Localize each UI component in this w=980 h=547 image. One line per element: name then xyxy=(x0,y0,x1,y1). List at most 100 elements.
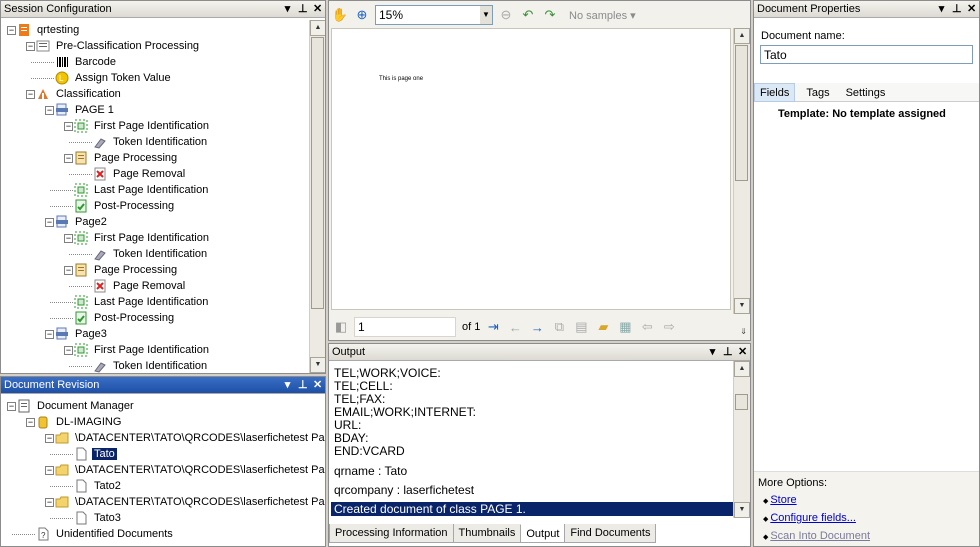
collapse-toggle[interactable]: − xyxy=(64,266,73,275)
tree-node[interactable]: Token Identification xyxy=(93,358,209,373)
tree-node[interactable]: qrtesting xyxy=(17,22,81,38)
tree-node[interactable]: Page Processing xyxy=(74,262,179,278)
tree-node[interactable]: Document Manager xyxy=(17,398,136,414)
tree-node[interactable]: L Assign Token Value xyxy=(55,70,173,86)
collapse-toggle[interactable]: − xyxy=(64,234,73,243)
scroll-down-button[interactable]: ▼ xyxy=(310,357,325,373)
close-icon[interactable]: ✕ xyxy=(313,380,322,391)
tree-node[interactable]: First Page Identification xyxy=(74,118,211,134)
toolbar-overflow-icon[interactable]: ⇓ xyxy=(740,327,747,336)
collapse-toggle[interactable]: − xyxy=(64,122,73,131)
tree-node[interactable]: Page Removal xyxy=(93,166,187,182)
tree-node[interactable]: Token Identification xyxy=(93,134,209,150)
collapse-toggle[interactable]: − xyxy=(7,402,16,411)
scroll-up-button[interactable]: ▲ xyxy=(734,361,750,377)
collapse-toggle[interactable]: − xyxy=(45,466,54,475)
samples-dropdown[interactable]: No samples ▾ xyxy=(569,9,636,22)
tab-fields[interactable]: Fields xyxy=(754,83,796,102)
copy-page-icon[interactable]: ⧉ xyxy=(550,318,568,336)
tree-node[interactable]: DL-IMAGING xyxy=(36,414,123,430)
tree-node[interactable]: \DATACENTER\TATO\QRCODES\laserfichetest … xyxy=(55,430,325,446)
tree-node[interactable]: Classification xyxy=(36,86,123,102)
tab-tags[interactable]: Tags xyxy=(801,83,834,102)
output-log[interactable]: TEL;WORK;VOICE: TEL;CELL: TEL;FAX: EMAIL;WO… xyxy=(329,361,734,518)
tree-node[interactable]: Barcode xyxy=(55,54,118,70)
move-right-icon[interactable]: ⇨ xyxy=(660,318,678,336)
collapse-toggle[interactable]: − xyxy=(45,434,54,443)
zoom-combo[interactable]: 15% ▼ xyxy=(375,5,493,25)
collapse-toggle[interactable]: − xyxy=(64,346,73,355)
tree-node[interactable]: \DATACENTER\TATO\QRCODES\laserfichetest … xyxy=(55,494,325,510)
output-scrollbar[interactable]: ▲ ▼ xyxy=(733,361,750,518)
collapse-toggle[interactable]: − xyxy=(26,42,35,51)
scroll-down-button[interactable]: ▼ xyxy=(734,298,750,314)
option-link-scan-into-document[interactable]: Scan Into Document xyxy=(770,530,870,542)
tab-find-documents[interactable]: Find Documents xyxy=(564,524,657,543)
option-link-store[interactable]: Store xyxy=(770,494,796,506)
pan-hand-icon[interactable]: ✋ xyxy=(331,6,349,24)
tab-processing-information[interactable]: Processing Information xyxy=(329,524,454,543)
close-icon[interactable]: ✕ xyxy=(738,347,747,358)
session-scrollbar[interactable]: ▲ ▼ xyxy=(309,20,325,373)
go-to-page-icon[interactable]: ⇥ xyxy=(484,318,502,336)
delete-page-icon[interactable]: ▦ xyxy=(616,318,634,336)
tree-node[interactable]: Last Page Identification xyxy=(74,294,210,310)
document-page-area[interactable]: This is page one xyxy=(331,28,731,310)
dropdown-icon[interactable]: ▾ xyxy=(937,4,946,15)
tree-node[interactable]: Page2 xyxy=(55,214,109,230)
tree-node[interactable]: Tato xyxy=(74,446,117,462)
session-tree[interactable]: qrtesting − Pre-Classification Processing −… xyxy=(1,18,325,373)
tree-node[interactable]: Page3 xyxy=(55,326,109,342)
move-left-icon[interactable]: ⇦ xyxy=(638,318,656,336)
tree-node[interactable]: Pre-Classification Processing xyxy=(36,38,201,54)
tree-node[interactable]: ? Unidentified Documents xyxy=(36,526,175,542)
pin-icon[interactable]: ⊥ xyxy=(298,380,308,391)
zoom-in-icon[interactable]: ⊕ xyxy=(353,6,371,24)
tab-output[interactable]: Output xyxy=(520,524,566,543)
scroll-thumb[interactable] xyxy=(735,45,748,181)
collapse-toggle[interactable]: − xyxy=(45,218,54,227)
tree-node[interactable]: Page Processing xyxy=(74,150,179,166)
rotate-right-icon[interactable]: ↷ xyxy=(541,6,559,24)
tab-settings[interactable]: Settings xyxy=(841,83,891,102)
option-link-configure-fields[interactable]: Configure fields... xyxy=(770,512,856,524)
tree-node[interactable]: First Page Identification xyxy=(74,342,211,358)
tree-node[interactable]: Tato2 xyxy=(74,478,123,494)
first-page-icon[interactable]: ◧ xyxy=(332,318,350,336)
tree-node[interactable]: Page Removal xyxy=(93,278,187,294)
collapse-toggle[interactable]: − xyxy=(64,154,73,163)
tree-node[interactable]: \DATACENTER\TATO\QRCODES\laserfichetest … xyxy=(55,462,325,478)
collapse-toggle[interactable]: − xyxy=(45,498,54,507)
scanner-icon[interactable]: ▤ xyxy=(572,318,590,336)
zoom-out-icon[interactable]: ⊖ xyxy=(497,6,515,24)
pin-icon[interactable]: ⊥ xyxy=(723,347,733,358)
collapse-toggle[interactable]: − xyxy=(45,330,54,339)
pin-icon[interactable]: ⊥ xyxy=(298,4,308,15)
folder-icon[interactable]: ▰ xyxy=(594,318,612,336)
document-name-field[interactable]: Tato xyxy=(760,45,973,64)
tree-node[interactable]: Post-Processing xyxy=(74,198,176,214)
tree-node[interactable]: First Page Identification xyxy=(74,230,211,246)
dropdown-icon[interactable]: ▾ xyxy=(283,4,292,15)
scroll-down-button[interactable]: ▼ xyxy=(734,502,750,518)
rotate-left-icon[interactable]: ↶ xyxy=(519,6,537,24)
scroll-thumb[interactable] xyxy=(311,37,324,309)
next-document-icon[interactable]: → xyxy=(528,318,546,336)
dropdown-icon[interactable]: ▾ xyxy=(283,380,292,391)
pin-icon[interactable]: ⊥ xyxy=(952,4,962,15)
scroll-up-button[interactable]: ▲ xyxy=(310,20,325,36)
tree-node[interactable]: Post-Processing xyxy=(74,310,176,326)
tree-node[interactable]: Tato3 xyxy=(74,510,123,526)
collapse-toggle[interactable]: − xyxy=(7,26,16,35)
previous-document-icon[interactable]: ← xyxy=(506,318,524,336)
collapse-toggle[interactable]: − xyxy=(45,106,54,115)
close-icon[interactable]: ✕ xyxy=(967,4,976,15)
scroll-up-button[interactable]: ▲ xyxy=(734,28,750,44)
close-icon[interactable]: ✕ xyxy=(313,4,322,15)
collapse-toggle[interactable]: − xyxy=(26,418,35,427)
viewer-scrollbar[interactable]: ▲ ▼ xyxy=(733,28,750,314)
collapse-toggle[interactable]: − xyxy=(26,90,35,99)
page-number-field[interactable]: 1 xyxy=(354,317,456,337)
tree-node[interactable]: Last Page Identification xyxy=(74,182,210,198)
tree-node[interactable]: PAGE 1 xyxy=(55,102,116,118)
